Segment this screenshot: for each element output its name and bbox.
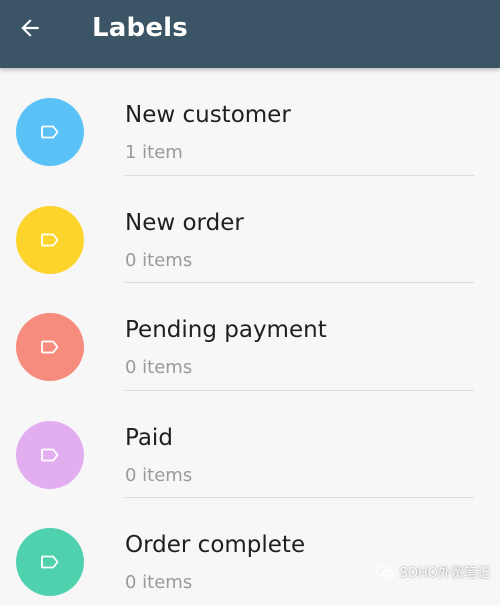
tag-icon xyxy=(38,228,62,252)
label-avatar xyxy=(16,421,84,489)
page-title: Labels xyxy=(92,13,188,43)
label-count: 0 items xyxy=(125,465,192,486)
label-name: New customer xyxy=(125,102,291,128)
tag-icon xyxy=(38,120,62,144)
watermark: SOHO外贸笔记 xyxy=(375,562,491,581)
tag-icon xyxy=(38,335,62,359)
labels-list: New customer 1 item New order 0 items Pe… xyxy=(0,68,500,606)
label-count: 0 items xyxy=(125,357,192,378)
label-count: 1 item xyxy=(125,142,183,163)
label-name: Pending payment xyxy=(125,317,327,343)
label-name: Paid xyxy=(125,425,173,451)
label-name: Order complete xyxy=(125,532,305,558)
label-avatar xyxy=(16,206,84,274)
label-count: 0 items xyxy=(125,572,192,593)
label-row-paid[interactable]: Paid 0 items xyxy=(0,391,500,499)
tag-icon xyxy=(38,550,62,574)
label-name: New order xyxy=(125,210,244,236)
label-avatar xyxy=(16,98,84,166)
label-row-pending-payment[interactable]: Pending payment 0 items xyxy=(0,283,500,391)
tag-icon xyxy=(38,443,62,467)
label-row-new-customer[interactable]: New customer 1 item xyxy=(0,68,500,176)
back-button[interactable] xyxy=(14,12,46,44)
wechat-icon xyxy=(375,564,395,580)
label-avatar xyxy=(16,313,84,381)
arrow-left-icon xyxy=(17,15,43,41)
label-count: 0 items xyxy=(125,250,192,271)
label-row-new-order[interactable]: New order 0 items xyxy=(0,176,500,284)
label-row-order-complete[interactable]: Order complete 0 items xyxy=(0,498,500,606)
watermark-text: SOHO外贸笔记 xyxy=(400,562,491,581)
app-bar: Labels xyxy=(0,0,500,68)
label-avatar xyxy=(16,528,84,596)
